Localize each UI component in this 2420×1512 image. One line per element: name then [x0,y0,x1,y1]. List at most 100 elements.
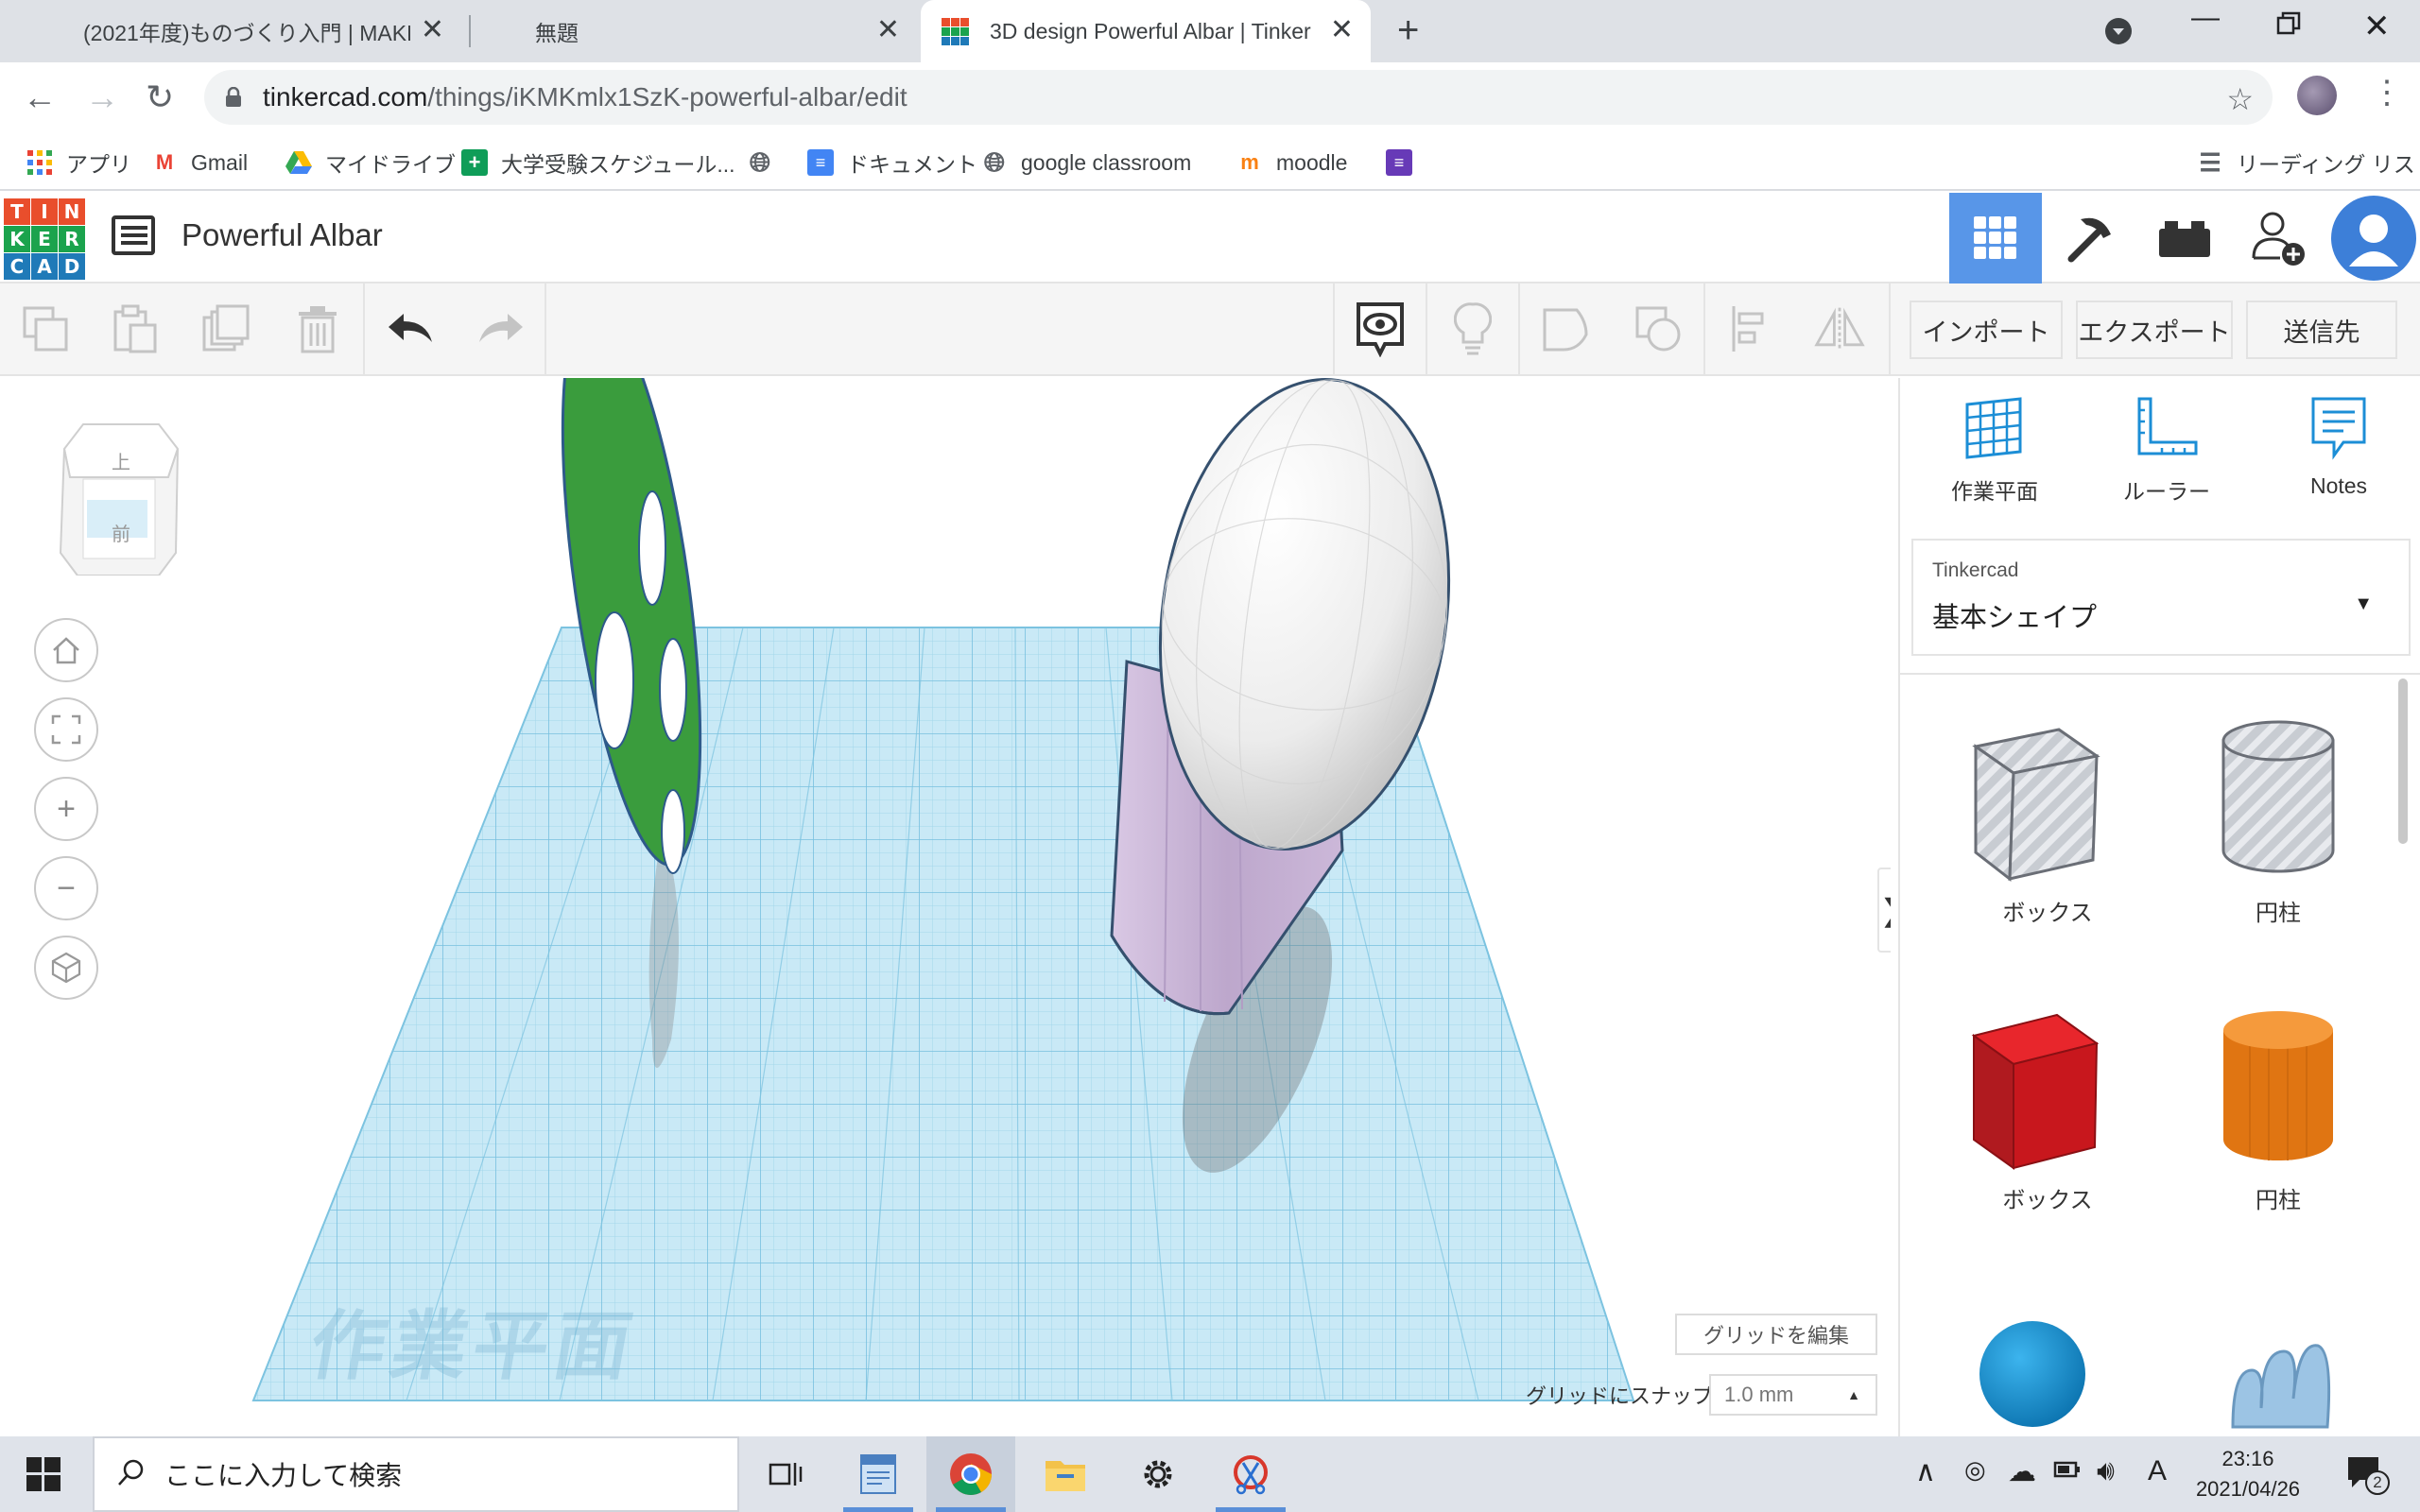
ungroup-icon[interactable] [1632,302,1685,355]
bricks-view-button[interactable] [2138,193,2231,284]
taskbar-settings-gear-icon[interactable] [1114,1436,1202,1512]
window-close-icon[interactable]: ✕ [2363,8,2391,45]
shape-box-striped[interactable] [1955,718,2116,907]
tray-meet-icon[interactable]: ◎ [1964,1455,1986,1485]
taskbar-chrome-icon[interactable] [926,1436,1015,1512]
taskbar-clock[interactable]: 23:16 2021/04/26 [2191,1444,2305,1504]
view-cube-top-label: 上 [112,453,130,473]
windows-start-icon[interactable] [26,1457,60,1496]
invite-user-button[interactable] [2233,193,2325,284]
export-button[interactable]: エクスポート [2076,301,2233,359]
bookmark-my-drive[interactable]: マイドライブ [285,144,456,181]
close-icon[interactable]: ✕ [876,15,900,45]
browser-profile-avatar[interactable] [2297,76,2337,115]
notes-tool-label: Notes [2309,473,2368,498]
browser-tab-maker[interactable]: (2021年度)ものづくり入門 | MAKER ✕ [0,0,461,62]
taskbar-file-explorer-icon[interactable] [1021,1436,1110,1512]
bookmark-globe[interactable]: 🌐︎ [747,144,786,181]
reload-icon[interactable]: ↻ [146,77,174,117]
lightbulb-icon[interactable] [1446,302,1499,355]
notes-tool[interactable]: Notes [2263,395,2414,499]
home-view-icon[interactable] [34,618,98,682]
close-icon[interactable]: ✕ [421,15,444,45]
tab-search-icon[interactable] [2104,17,2133,53]
align-icon[interactable] [1724,302,1777,355]
bookmark-exam-schedule[interactable]: + 大学受験スケジュール... [461,144,735,181]
view-cube[interactable]: 上 前 [55,421,183,580]
bookmark-label: moodle [1276,149,1348,175]
bookmark-apps[interactable]: アプリ [26,144,131,181]
browser-tab-tinkercad[interactable]: 3D design Powerful Albar | Tinker ✕ [921,0,1371,62]
toolbar-divider [544,284,546,376]
back-arrow-icon[interactable]: ← [23,77,57,117]
ruler-tool[interactable]: ルーラー [2091,395,2242,506]
shape-box-red[interactable] [1955,1007,2116,1187]
close-icon[interactable]: ✕ [1330,15,1354,45]
zoom-in-icon[interactable]: + [34,777,98,841]
minimize-icon[interactable]: — [2191,2,2220,34]
shape-cylinder-orange[interactable] [2212,1007,2344,1187]
address-bar[interactable]: tinkercad.com/things/iKMKmlx1SzK-powerfu… [204,70,2273,125]
3d-viewport[interactable]: 上 前 + − 作業平面 グリッドを編集 グリッドにスナップ 1.0 mm ▲ … [0,378,1891,1436]
forms-icon: ≡ [1386,149,1412,176]
collapse-panel-chevron-icon[interactable]: ❯ [1877,868,1891,953]
tray-chevron-up-icon[interactable]: ∧ [1915,1455,1936,1488]
shape-cylinder-striped[interactable] [2212,718,2344,888]
taskbar-search-input[interactable]: ここに入力して検索 [93,1436,739,1512]
shape-scribble[interactable] [2223,1332,2337,1436]
bookmark-star-icon[interactable]: ☆ [2226,81,2254,117]
task-view-icon[interactable] [741,1436,830,1512]
taskbar-app-document[interactable] [834,1436,923,1512]
copy-icon[interactable] [19,302,72,355]
taskbar-snipping-tool-icon[interactable] [1206,1436,1295,1512]
panel-scrollbar[interactable] [2398,679,2408,844]
toolbar-divider [363,284,365,376]
bookmark-google-classroom[interactable]: 🌐︎ google classroom [981,144,1191,181]
perspective-icon[interactable] [34,936,98,1000]
battery-icon[interactable] [2053,1455,2082,1487]
duplicate-icon[interactable] [199,302,251,355]
undo-icon[interactable] [384,302,437,355]
bookmark-gmail[interactable]: M Gmail [151,144,248,181]
mirror-icon[interactable] [1813,302,1866,355]
group-icon[interactable] [1539,302,1592,355]
reading-list-icon: ☰ [2199,147,2221,177]
redo-icon[interactable] [475,302,527,355]
trash-icon[interactable] [291,302,344,355]
restore-icon[interactable] [2276,11,2301,43]
3d-design-view-button[interactable] [1949,193,2042,284]
new-tab-plus-icon[interactable]: + [1397,9,1419,52]
send-to-button[interactable]: 送信先 [2246,301,2397,359]
notification-center-icon[interactable]: 2 [2344,1453,2390,1496]
forward-arrow-icon[interactable]: → [85,77,119,117]
paste-icon[interactable] [108,302,161,355]
user-avatar[interactable] [2327,193,2420,284]
shape-sphere-blue[interactable] [1976,1317,2089,1431]
snap-grid-select[interactable]: 1.0 mm ▲ [1709,1374,1877,1416]
more-menu-icon[interactable]: ⋮ [2371,74,2403,112]
apps-grid-icon [26,149,53,176]
design-title[interactable]: Powerful Albar [182,217,383,253]
grid-view-icon [1974,216,2016,259]
blocks-view-button[interactable] [2044,193,2136,284]
import-button[interactable]: インポート [1910,301,2063,359]
workplane-tool-label: 作業平面 [1951,479,2038,504]
ime-indicator[interactable]: A [2148,1455,2167,1487]
edit-grid-button[interactable]: グリッドを編集 [1675,1314,1877,1355]
bookmark-forms[interactable]: ≡ [1386,144,1426,181]
reading-list-button[interactable]: ☰ リーディング リスト [2197,144,2420,181]
shape-library-select[interactable]: Tinkercad 基本シェイプ ▼ [1911,539,2411,656]
workplane-watermark: 作業平面 [303,1304,644,1388]
bookmark-moodle[interactable]: m moodle [1236,144,1347,181]
onedrive-cloud-icon[interactable]: ☁ [2008,1455,2036,1488]
bookmark-docs[interactable]: ≡ ドキュメント [807,144,977,181]
design-list-icon[interactable] [112,215,155,255]
browser-tab-untitled[interactable]: 無題 ✕ [473,0,917,62]
show-all-eye-icon[interactable] [1354,302,1407,357]
zoom-out-icon[interactable]: − [34,856,98,920]
volume-icon[interactable]: 🔊︎ [2097,1455,2115,1487]
tinkercad-logo[interactable]: T I N K E R C A D [4,198,85,280]
scene-canvas[interactable] [0,378,1891,1436]
fit-view-icon[interactable] [34,697,98,762]
workplane-tool[interactable]: 作業平面 [1919,395,2070,506]
